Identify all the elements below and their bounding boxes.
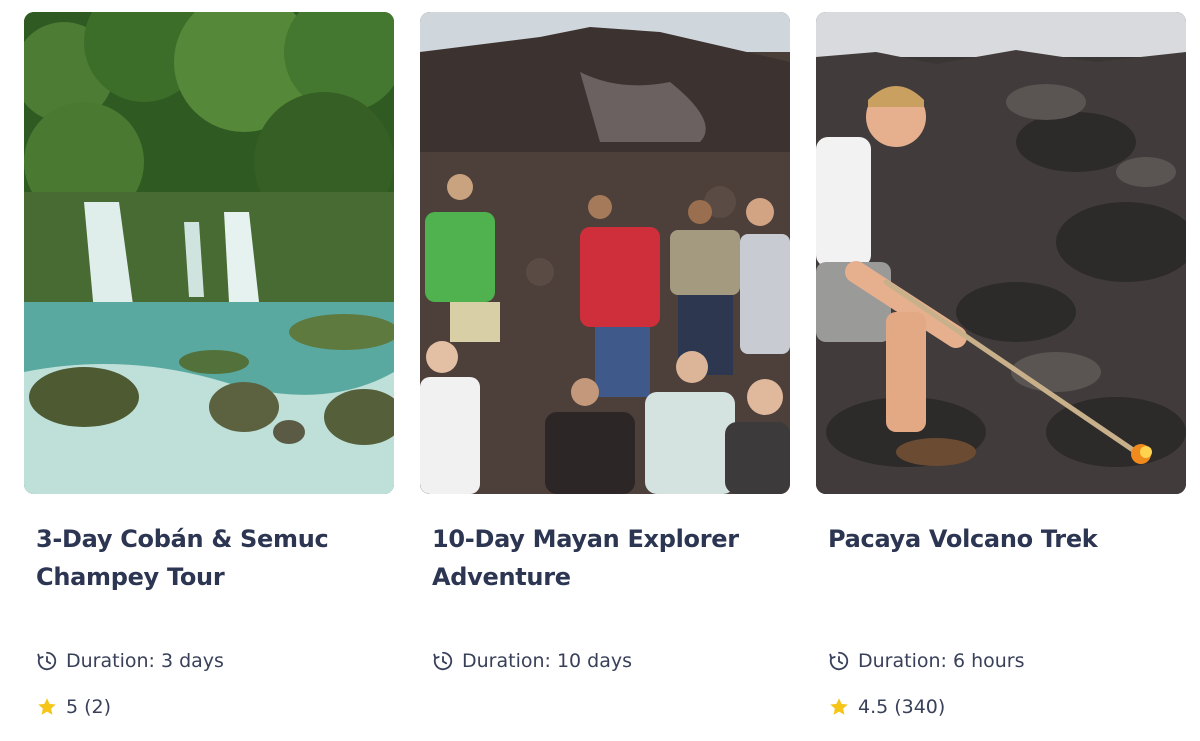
tour-rating: 5 (2) xyxy=(36,696,111,718)
tour-card-grid: 3-Day Cobán & Semuc Champey Tour Duratio… xyxy=(0,0,1200,741)
duration-value: 10 days xyxy=(556,650,633,672)
duration-value: 3 days xyxy=(160,650,224,672)
tour-title[interactable]: 10-Day Mayan Explorer Adventure xyxy=(432,520,784,596)
rating-value: 5 xyxy=(66,696,79,718)
duration-label: Duration: xyxy=(462,650,551,672)
tour-rating: 4.5 (340) xyxy=(828,696,945,718)
review-count: (2) xyxy=(84,696,112,718)
duration-label: Duration: xyxy=(66,650,155,672)
tour-card[interactable]: Pacaya Volcano Trek Duration: 6 hours 4.… xyxy=(816,12,1186,732)
tour-photo-waterfalls[interactable] xyxy=(24,12,394,494)
tour-duration: Duration: 10 days xyxy=(432,650,632,672)
tour-title[interactable]: 3-Day Cobán & Semuc Champey Tour xyxy=(36,520,388,596)
tour-duration: Duration: 3 days xyxy=(36,650,224,672)
tour-photo-group-volcano[interactable] xyxy=(420,12,790,494)
duration-value: 6 hours xyxy=(952,650,1025,672)
hiker-lava-image xyxy=(816,12,1186,494)
tour-card[interactable]: 10-Day Mayan Explorer Adventure Duration… xyxy=(420,12,790,732)
clock-icon xyxy=(829,651,849,671)
tour-title[interactable]: Pacaya Volcano Trek xyxy=(828,520,1180,558)
tour-card[interactable]: 3-Day Cobán & Semuc Champey Tour Duratio… xyxy=(24,12,394,732)
tour-photo-lava-hiker[interactable] xyxy=(816,12,1186,494)
clock-icon xyxy=(433,651,453,671)
tour-duration: Duration: 6 hours xyxy=(828,650,1024,672)
star-icon xyxy=(830,698,848,715)
clock-icon xyxy=(37,651,57,671)
rating-value: 4.5 xyxy=(858,696,889,718)
review-count: (340) xyxy=(894,696,946,718)
duration-label: Duration: xyxy=(858,650,947,672)
waterfall-jungle-image xyxy=(24,12,394,494)
group-on-volcano-image xyxy=(420,12,790,494)
star-icon xyxy=(38,698,56,715)
